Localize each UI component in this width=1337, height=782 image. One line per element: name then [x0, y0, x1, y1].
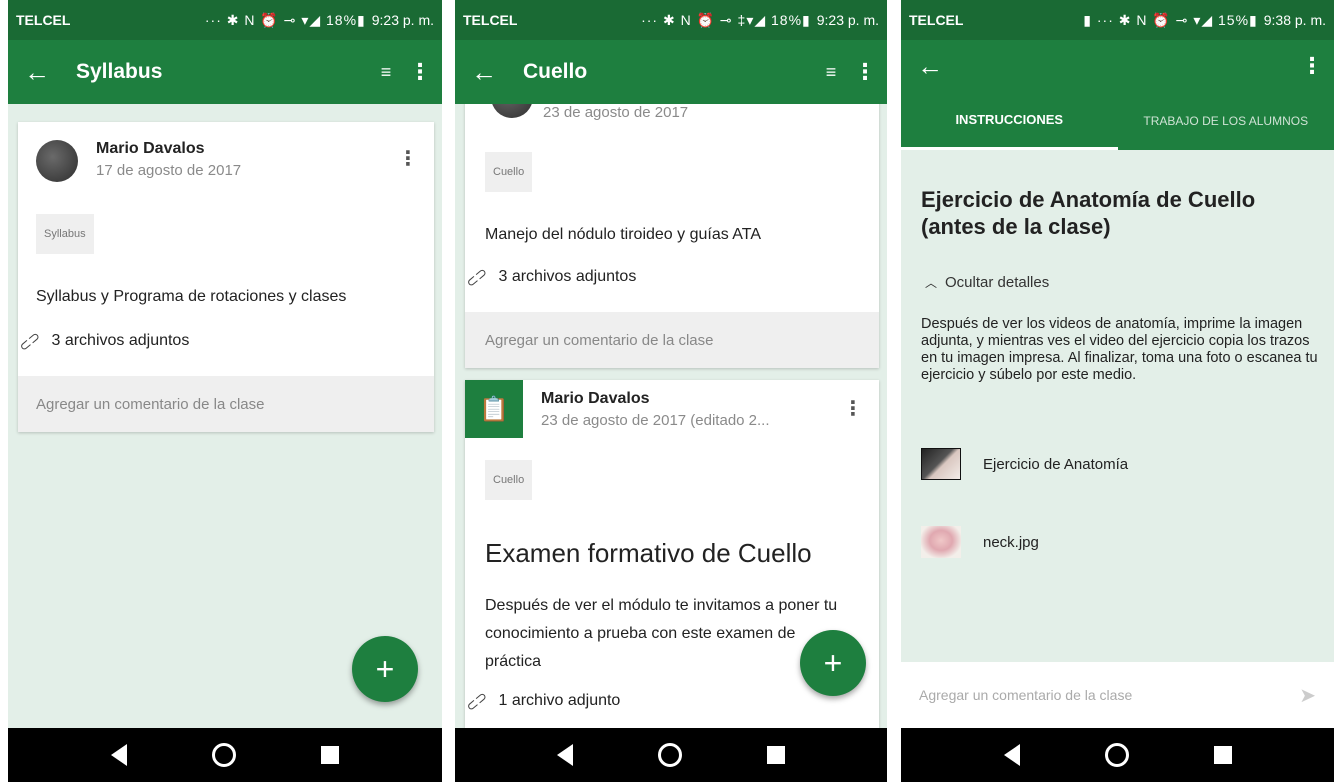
hide-details-label: Ocultar detalles: [945, 274, 1050, 291]
post-card[interactable]: 23 de agosto de 2017 Cuello Manejo del n…: [462, 60, 879, 368]
nav-recents-icon[interactable]: [321, 746, 340, 764]
comment-input[interactable]: Agregar un comentario de la clase: [18, 376, 434, 432]
post-date: 23 de agosto de 2017: [543, 104, 689, 121]
comment-input[interactable]: Agregar un comentario de la clase: [919, 687, 1132, 703]
status-bar: TELCEL ··· ✱ N ⏰ ⊸ ‡▾◢ 18%▮ 9:23 p. m.: [455, 0, 887, 40]
post-text: Manejo del nódulo tiroideo y guías ATA: [485, 226, 762, 243]
nav-back-icon[interactable]: [110, 744, 127, 766]
topic-chip: Cuello: [485, 152, 533, 192]
more-options-icon[interactable]: ⋮: [853, 59, 877, 85]
post-date: 17 de agosto de 2017: [96, 162, 242, 179]
status-icons: ▮ ··· ✱ N ⏰ ⊸ ▾◢ 15%▮: [1083, 11, 1258, 28]
nav-recents-icon[interactable]: [1213, 746, 1232, 764]
topic-chip: Cuello: [485, 460, 533, 500]
nav-back-icon[interactable]: [557, 744, 574, 766]
screen-assignment-detail: TELCEL ▮ ··· ✱ N ⏰ ⊸ ▾◢ 15%▮ 9:38 p. m. …: [901, 0, 1334, 782]
app-bar: ← ⋮: [901, 40, 1334, 92]
back-arrow-icon[interactable]: ←: [24, 57, 76, 88]
page-title: Syllabus: [76, 60, 163, 83]
system-nav-bar: [455, 728, 887, 782]
filter-icon[interactable]: ≡: [364, 62, 408, 83]
tab-bar: INSTRUCCIONES TRABAJO DE LOS ALUMNOS: [901, 92, 1334, 150]
app-bar: ← Cuello ≡ ⋮: [455, 40, 887, 104]
carrier-label: TELCEL: [909, 12, 964, 28]
attachment-item[interactable]: Ejercicio de Anatomía: [921, 448, 1128, 480]
app-bar: ← Syllabus ≡ ⋮: [8, 40, 442, 104]
nav-recents-icon[interactable]: [766, 746, 785, 764]
assignment-icon: 📋: [465, 380, 523, 438]
carrier-label: TELCEL: [463, 12, 518, 28]
nav-home-icon[interactable]: [1104, 743, 1129, 767]
more-options-icon[interactable]: ⋮: [408, 59, 432, 85]
nav-back-icon[interactable]: [1003, 744, 1020, 766]
more-options-icon[interactable]: ⋮: [1300, 53, 1324, 79]
paperclip-icon: ⊂⊃: [462, 262, 491, 291]
attachments-label: 3 archivos adjuntos: [498, 268, 637, 285]
author-name: Mario Davalos: [541, 390, 650, 407]
post-text: Syllabus y Programa de rotaciones y clas…: [36, 288, 347, 305]
nav-home-icon[interactable]: [657, 743, 682, 767]
comment-input[interactable]: Agregar un comentario de la clase: [465, 312, 879, 368]
system-nav-bar: [901, 728, 1334, 782]
status-bar: TELCEL ··· ✱ N ⏰ ⊸ ▾◢ 18%▮ 9:23 p. m.: [8, 0, 442, 40]
paperclip-icon: ⊂⊃: [462, 686, 491, 715]
add-fab-button[interactable]: +: [352, 636, 418, 702]
carrier-label: TELCEL: [16, 12, 71, 28]
status-icons: ··· ✱ N ⏰ ⊸ ▾◢ 18%▮: [204, 11, 366, 28]
comment-bar: Agregar un comentario de la clase ➤: [901, 662, 1334, 728]
clock: 9:23 p. m.: [371, 12, 434, 28]
attachments-link[interactable]: ⊂⊃ 3 archivos adjuntos: [462, 263, 637, 290]
screen-syllabus: TELCEL ··· ✱ N ⏰ ⊸ ▾◢ 18%▮ 9:23 p. m. ← …: [8, 0, 442, 782]
assignment-title: Ejercicio de Anatomía de Cuello (antes d…: [921, 187, 1256, 239]
attachments-link[interactable]: ⊂⊃ 3 archivos adjuntos: [15, 327, 190, 354]
send-icon[interactable]: ➤: [1299, 683, 1316, 708]
attachments-link[interactable]: ⊂⊃ 1 archivo adjunto: [462, 687, 621, 714]
paperclip-icon: ⊂⊃: [15, 326, 44, 355]
author-name: Mario Davalos: [96, 140, 205, 157]
hide-details-toggle[interactable]: ︿ Ocultar detalles: [925, 274, 1049, 291]
tab-student-work[interactable]: TRABAJO DE LOS ALUMNOS: [1118, 92, 1335, 150]
attachment-label: neck.jpg: [983, 533, 1039, 551]
post-text: Después de ver el módulo te invitamos a …: [485, 597, 838, 670]
attachments-label: 1 archivo adjunto: [498, 692, 621, 709]
nav-home-icon[interactable]: [211, 743, 236, 767]
attachment-item[interactable]: neck.jpg: [921, 526, 1039, 558]
page-title: Cuello: [523, 60, 588, 83]
post-card[interactable]: Mario Davalos 17 de agosto de 2017 ⋮ Syl…: [15, 122, 434, 432]
filter-icon[interactable]: ≡: [809, 62, 853, 83]
back-arrow-icon[interactable]: ←: [471, 57, 523, 88]
image-thumbnail-icon: [921, 526, 961, 558]
assignment-title: Examen formativo de Cuello: [485, 538, 812, 568]
attachments-label: 3 archivos adjuntos: [51, 332, 190, 349]
chevron-up-icon: ︿: [925, 276, 938, 290]
clock: 9:23 p. m.: [816, 12, 879, 28]
clock: 9:38 p. m.: [1263, 12, 1326, 28]
tab-instructions[interactable]: INSTRUCCIONES: [901, 92, 1118, 150]
status-icons: ··· ✱ N ⏰ ⊸ ‡▾◢ 18%▮: [641, 11, 811, 28]
post-date: 23 de agosto de 2017 (editado 2...: [541, 412, 770, 429]
post-menu-icon[interactable]: ⋮: [843, 396, 863, 421]
post-menu-icon[interactable]: ⋮: [398, 146, 418, 171]
video-thumbnail-icon: [921, 448, 961, 480]
assignment-description: Después de ver los videos de anatomía, i…: [921, 316, 1318, 383]
screen-cuello: TELCEL ··· ✱ N ⏰ ⊸ ‡▾◢ 18%▮ 9:23 p. m. 2…: [455, 0, 887, 782]
status-bar: TELCEL ▮ ··· ✱ N ⏰ ⊸ ▾◢ 15%▮ 9:38 p. m.: [901, 0, 1334, 40]
system-nav-bar: [8, 728, 442, 782]
add-fab-button[interactable]: +: [800, 630, 866, 696]
back-arrow-icon[interactable]: ←: [917, 51, 969, 82]
avatar: [36, 140, 78, 182]
attachment-label: Ejercicio de Anatomía: [983, 455, 1129, 473]
topic-chip: Syllabus: [36, 214, 94, 254]
